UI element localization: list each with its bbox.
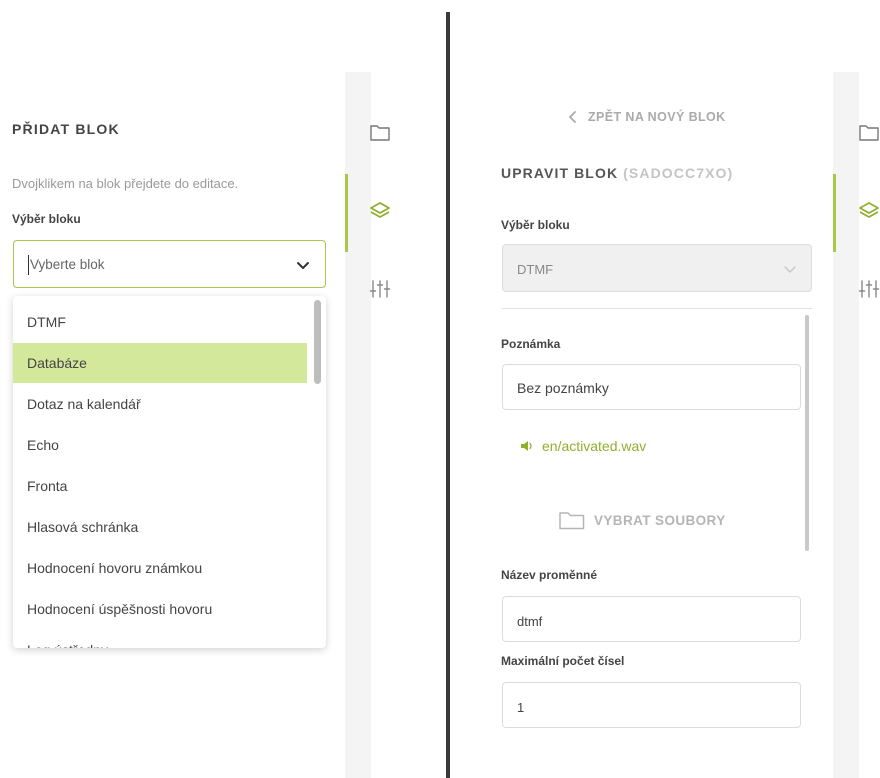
active-tab-indicator [345, 174, 348, 252]
option-log-ustredny[interactable]: Log ústředny [13, 630, 307, 648]
audio-file-name: en/activated.wav [542, 438, 647, 454]
panel-divider [446, 12, 450, 778]
variable-name-label: Název proměnné [501, 568, 598, 582]
block-select-placeholder: Vyberte blok [30, 257, 105, 272]
note-label: Poznámka [501, 337, 561, 351]
folder-icon[interactable] [369, 121, 391, 143]
audio-file-link[interactable]: en/activated.wav [520, 438, 646, 454]
variable-name-input[interactable]: dtmf [502, 596, 801, 642]
edit-block-select-value: DTMF [517, 262, 554, 277]
left-tool-rail [345, 72, 371, 778]
panel-hint: Dvojklikem na blok přejdete do editace. [12, 176, 239, 191]
chevron-down-icon [784, 266, 796, 273]
sliders-icon[interactable] [369, 278, 391, 300]
active-tab-indicator [833, 174, 836, 252]
folder-icon [559, 512, 585, 530]
option-dtmf[interactable]: DTMF [13, 302, 307, 342]
option-echo[interactable]: Echo [13, 425, 307, 465]
block-code: (SADOCC7XO) [623, 165, 734, 181]
option-fronta[interactable]: Fronta [13, 466, 307, 506]
chevron-down-icon[interactable] [295, 257, 311, 273]
note-value: Bez poznámky [517, 380, 609, 396]
back-label: ZPĚT NA NOVÝ BLOK [588, 110, 726, 124]
max-digits-value: 1 [517, 700, 525, 715]
dropdown-scrollbar[interactable] [314, 300, 321, 384]
block-select[interactable]: Vyberte blok [13, 240, 326, 288]
back-to-new-block-link[interactable]: ZPĚT NA NOVÝ BLOK [568, 110, 726, 124]
block-options-list: DTMF Databáze Dotaz na kalendář Echo Fro… [13, 296, 326, 648]
folder-icon[interactable] [858, 121, 880, 143]
panel-title: PŘIDAT BLOK [12, 121, 120, 137]
layers-icon[interactable] [858, 200, 880, 222]
note-input[interactable]: Bez poznámky [502, 364, 801, 410]
variable-name-value: dtmf [517, 614, 543, 629]
sliders-icon[interactable] [858, 278, 880, 300]
speaker-icon [521, 441, 532, 451]
chevron-left-icon [569, 111, 576, 123]
max-digits-input[interactable]: 1 [502, 682, 801, 728]
form-scrollbar[interactable] [805, 315, 809, 551]
text-cursor [28, 255, 29, 275]
option-databaze[interactable]: Databáze [13, 343, 307, 383]
choose-files-label: VYBRAT SOUBORY [594, 512, 726, 528]
edit-block-title-text: UPRAVIT BLOK [501, 165, 619, 181]
section-separator [502, 308, 812, 309]
option-dotaz-na-kalendar[interactable]: Dotaz na kalendář [13, 384, 307, 424]
option-hodnoceni-uspesnosti-hovoru[interactable]: Hodnocení úspěšnosti hovoru [13, 589, 307, 629]
max-digits-label: Maximální počet čísel [501, 654, 625, 668]
option-hlasova-schranka[interactable]: Hlasová schránka [13, 507, 307, 547]
right-tool-rail [833, 72, 859, 778]
edit-block-title: UPRAVIT BLOK (SADOCC7XO) [501, 165, 733, 181]
option-hodnoceni-hovoru-znamkou[interactable]: Hodnocení hovoru známkou [13, 548, 307, 588]
block-select-label: Výběr bloku [12, 212, 81, 226]
layers-icon[interactable] [369, 200, 391, 222]
edit-select-label: Výběr bloku [501, 218, 570, 232]
edit-block-select[interactable]: DTMF [502, 244, 812, 292]
choose-files-button[interactable]: VYBRAT SOUBORY [558, 509, 726, 531]
